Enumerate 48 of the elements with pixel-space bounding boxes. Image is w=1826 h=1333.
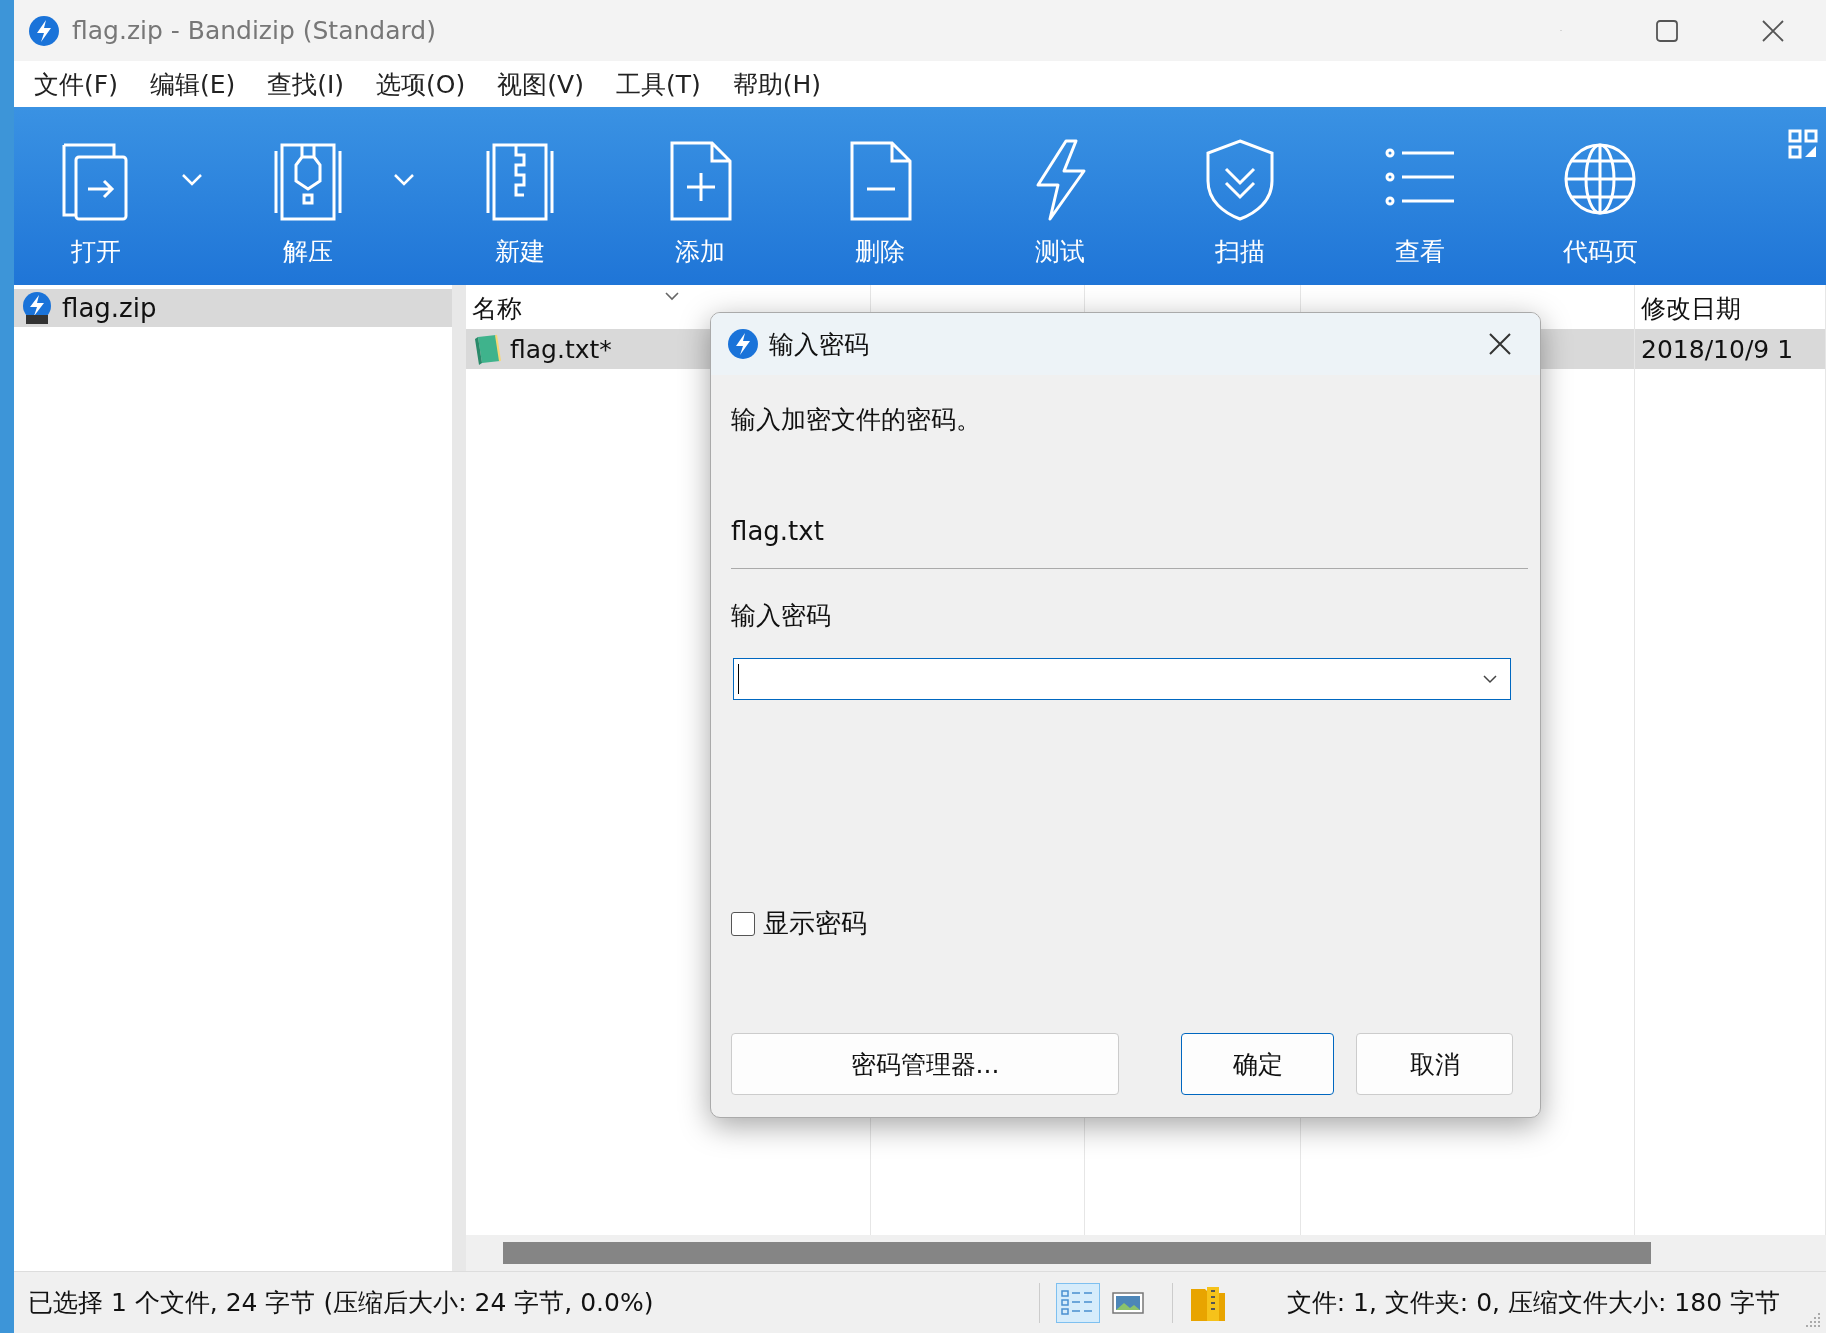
dropdown-caret-icon[interactable]	[1482, 674, 1498, 684]
dialog-button[interactable]: 取消	[1356, 1033, 1513, 1095]
toolbar-button[interactable]: 新建	[455, 107, 585, 277]
file-name: flag.txt	[731, 516, 825, 546]
field-label: 输入密码	[731, 600, 832, 632]
toolbar-button[interactable]: 扫描	[1175, 107, 1305, 277]
menu-item[interactable]: 编辑(E)	[133, 61, 252, 107]
show-password-checkbox[interactable]: 显示密码	[731, 906, 1528, 941]
toolbar-button[interactable]: 打开	[31, 107, 161, 277]
toolbar-button[interactable]: 查看	[1355, 107, 1485, 277]
archive-summary: 文件: 1, 文件夹: 0, 压缩文件大小: 180 字节	[1286, 1287, 1780, 1319]
checkbox[interactable]	[731, 911, 755, 936]
lightning-logo-icon	[28, 14, 60, 47]
caret-icon[interactable]	[393, 173, 415, 187]
lightning-logo-icon	[727, 328, 759, 360]
tree-item[interactable]: flag.zip	[14, 289, 452, 327]
modified-date: 2018/10/9 1	[1641, 334, 1794, 364]
menu-item[interactable]: 查找(I)	[251, 61, 361, 107]
toolbar-button[interactable]: 解压	[243, 107, 373, 277]
grid-icon[interactable]	[1788, 129, 1818, 159]
dialog-message: 输入加密文件的密码。	[731, 404, 982, 436]
close-icon[interactable]	[1488, 332, 1512, 356]
dialog-button[interactable]: 确定	[1181, 1033, 1334, 1095]
zip-archive-icon	[20, 291, 54, 325]
close-icon[interactable]	[1762, 19, 1784, 42]
resize-grip-icon[interactable]	[1804, 1311, 1822, 1329]
toolbar-button[interactable]: 删除	[815, 107, 945, 277]
dialog-title: 输入密码	[769, 328, 870, 361]
toolbar-button[interactable]: 添加	[635, 107, 765, 277]
file-name: flag.txt*	[510, 334, 612, 364]
menu-item[interactable]: 工具(T)	[599, 61, 717, 107]
menu-item[interactable]: 选项(O)	[360, 61, 482, 107]
caret-icon[interactable]	[181, 173, 203, 187]
maximize-icon[interactable]	[1656, 19, 1678, 42]
password-field[interactable]	[733, 658, 1511, 700]
dialog-button[interactable]: 密码管理器...	[731, 1033, 1119, 1095]
view-mode-button[interactable]	[1055, 1282, 1100, 1323]
menu-item[interactable]: 帮助(H)	[716, 61, 837, 107]
menu-item[interactable]: 文件(F)	[18, 61, 134, 107]
scrollbar-thumb[interactable]	[503, 1242, 1651, 1264]
selection-status: 已选择 1 个文件, 24 字节 (压缩后大小: 24 字节, 0.0%)	[28, 1287, 655, 1319]
column-header[interactable]: 修改日期	[1641, 292, 1742, 325]
toolbar-button[interactable]: 测试	[995, 107, 1125, 277]
menu-item[interactable]: 视图(V)	[481, 61, 600, 107]
window-title: flag.zip - Bandizip (Standard)	[72, 16, 437, 45]
sort-chevron-icon	[664, 291, 680, 301]
column-header[interactable]: 名称	[472, 292, 522, 325]
toolbar-button[interactable]: 代码页	[1535, 107, 1665, 277]
